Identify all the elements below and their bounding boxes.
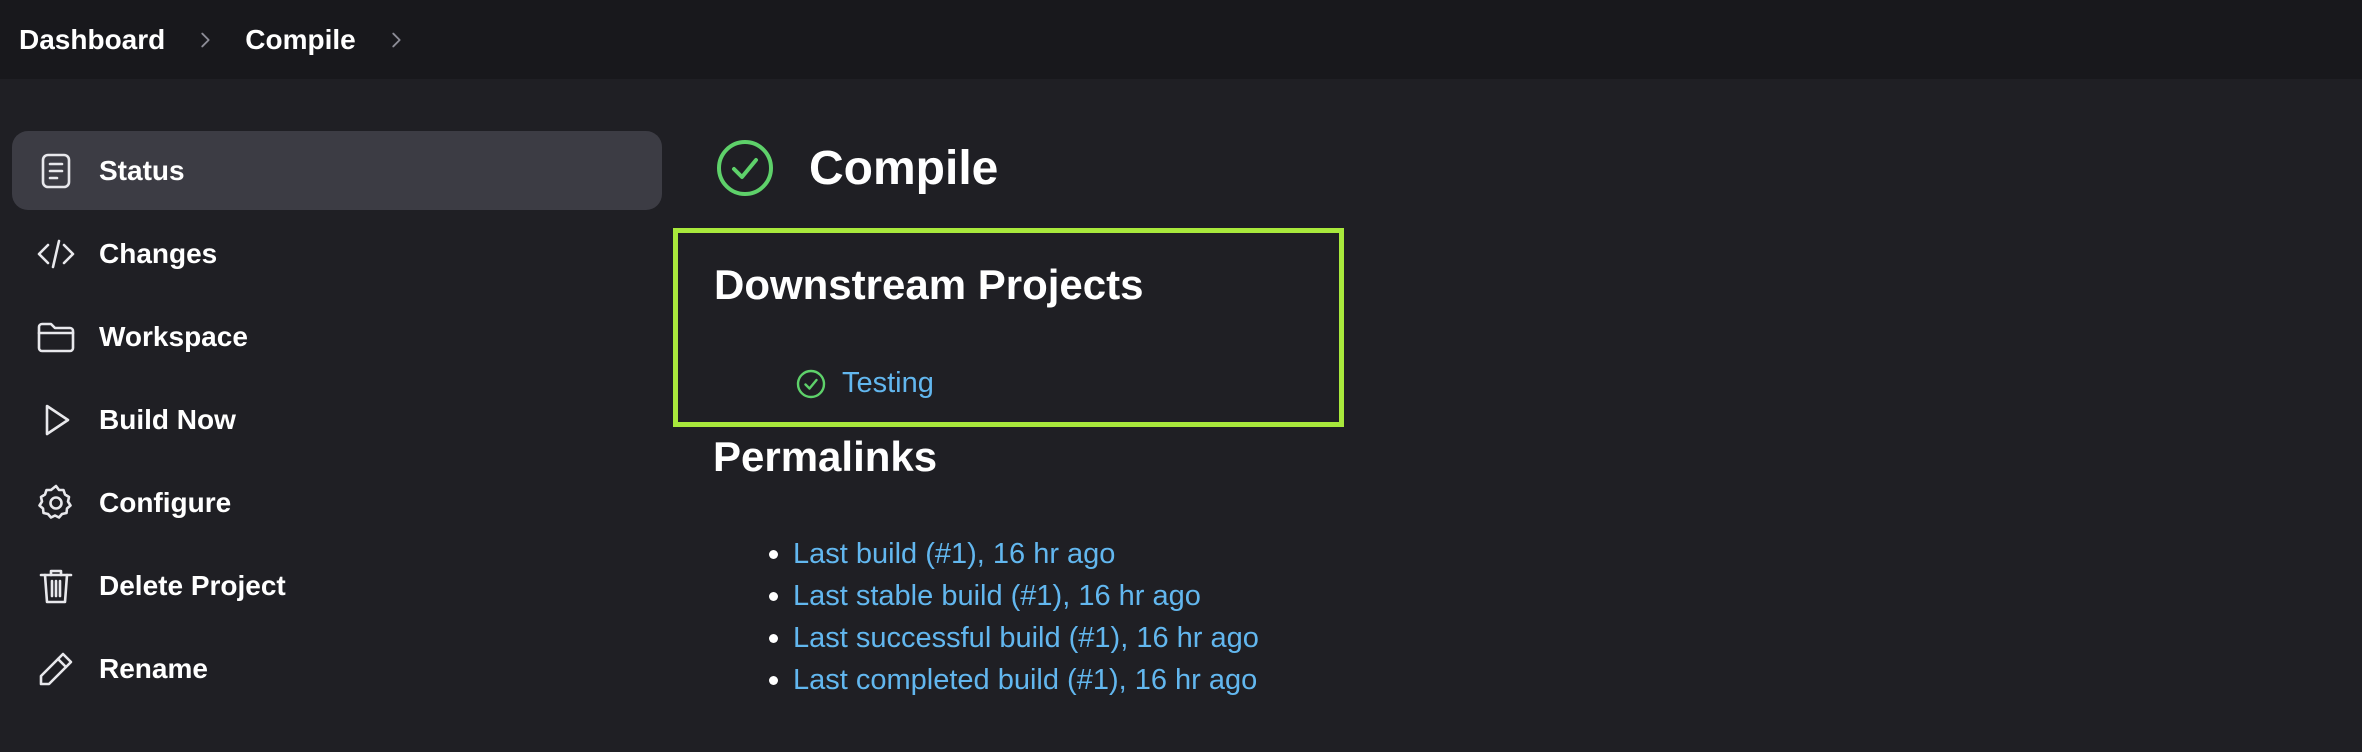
breadcrumb-item-compile[interactable]: Compile	[245, 24, 355, 56]
gear-icon	[34, 481, 78, 525]
permalinks-section: Permalinks Last build (#1), 16 hr ago La…	[713, 433, 1413, 701]
sidebar-item-changes[interactable]: Changes	[12, 214, 662, 293]
sidebar-item-label: Build Now	[99, 403, 236, 435]
permalink-last-completed-build[interactable]: Last completed build (#1), 16 hr ago	[793, 664, 1257, 697]
sidebar-item-status[interactable]: Status	[12, 131, 662, 210]
list-item: Last successful build (#1), 16 hr ago	[713, 617, 1413, 659]
trash-icon	[34, 564, 78, 608]
downstream-projects-section: Downstream Projects Testing	[673, 228, 1344, 427]
permalinks-heading: Permalinks	[713, 433, 938, 480]
document-icon	[34, 149, 78, 193]
check-circle-icon	[795, 368, 827, 400]
sidebar-item-workspace[interactable]: Workspace	[12, 297, 662, 376]
permalink-last-stable-build[interactable]: Last stable build (#1), 16 hr ago	[793, 580, 1201, 613]
bullet	[769, 592, 778, 601]
page-title: Compile	[809, 141, 999, 195]
main-content: Compile Downstream Projects Testing Perm…	[673, 131, 1344, 696]
folder-icon	[34, 315, 78, 359]
permalink-last-build[interactable]: Last build (#1), 16 hr ago	[793, 538, 1115, 571]
downstream-project-item: Testing	[795, 367, 934, 400]
permalinks-list: Last build (#1), 16 hr ago Last stable b…	[713, 533, 1413, 701]
page-header: Compile	[715, 131, 998, 205]
sidebar-item-label: Delete Project	[99, 569, 286, 601]
sidebar-item-label: Workspace	[99, 320, 248, 352]
check-circle-icon	[715, 138, 775, 198]
chevron-right-icon[interactable]	[187, 22, 223, 58]
sidebar-item-build-now[interactable]: Build Now	[12, 380, 662, 459]
downstream-projects-heading: Downstream Projects	[714, 261, 1144, 308]
play-icon	[34, 398, 78, 442]
bullet	[769, 634, 778, 643]
chevron-right-icon[interactable]	[378, 22, 414, 58]
bullet	[769, 676, 778, 685]
downstream-project-link-testing[interactable]: Testing	[842, 367, 934, 400]
list-item: Last build (#1), 16 hr ago	[713, 533, 1413, 575]
pencil-icon	[34, 647, 78, 691]
code-icon	[34, 232, 78, 276]
sidebar: Status Changes Workspace Build Now Confi…	[12, 131, 662, 712]
sidebar-item-configure[interactable]: Configure	[12, 463, 662, 542]
sidebar-item-delete-project[interactable]: Delete Project	[12, 546, 662, 625]
permalink-last-successful-build[interactable]: Last successful build (#1), 16 hr ago	[793, 622, 1259, 655]
list-item: Last stable build (#1), 16 hr ago	[713, 575, 1413, 617]
sidebar-item-rename[interactable]: Rename	[12, 629, 662, 708]
breadcrumb-item-dashboard[interactable]: Dashboard	[19, 24, 165, 56]
sidebar-item-label: Rename	[99, 652, 208, 684]
breadcrumb: Dashboard Compile	[0, 0, 2362, 79]
sidebar-item-label: Changes	[99, 237, 218, 269]
list-item: Last completed build (#1), 16 hr ago	[713, 659, 1413, 701]
bullet	[769, 550, 778, 559]
sidebar-item-label: Configure	[99, 486, 232, 518]
sidebar-item-label: Status	[99, 154, 185, 186]
